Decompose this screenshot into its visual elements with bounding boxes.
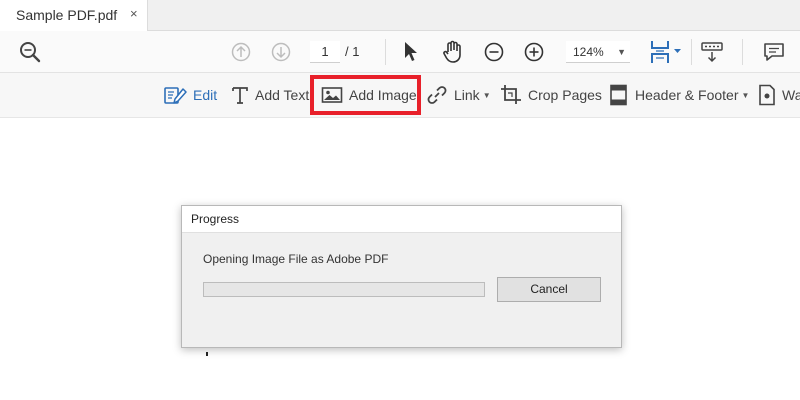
page-down-icon[interactable] [268, 31, 294, 72]
document-tab[interactable]: Sample PDF.pdf × [0, 0, 148, 31]
zoom-value: 124% [573, 45, 604, 59]
zoom-out-icon[interactable] [481, 31, 507, 72]
toolbar-divider [385, 39, 386, 65]
zoom-select[interactable]: 124% ▼ [566, 41, 630, 63]
select-cursor-icon[interactable] [398, 31, 424, 72]
dialog-titlebar: Progress [182, 206, 621, 233]
crop-pages-label: Crop Pages [528, 87, 602, 103]
page-fit-icon[interactable] [646, 31, 686, 72]
add-text-label: Add Text [255, 87, 310, 103]
main-toolbar: 1 / 1 124% ▼ [0, 31, 800, 73]
header-footer-button[interactable]: Header & Footer ▼ [609, 73, 749, 117]
zoom-in-icon[interactable] [521, 31, 547, 72]
add-text-button[interactable]: Add Text [231, 73, 309, 117]
watermark-label: Wa [782, 87, 800, 103]
cancel-button[interactable]: Cancel [497, 277, 601, 302]
edit-button[interactable]: Edit [163, 73, 217, 117]
link-icon [427, 86, 447, 104]
add-image-highlight [310, 75, 421, 115]
keyboard-icon[interactable] [697, 31, 727, 72]
page-total: / 1 [345, 44, 360, 59]
tab-title: Sample PDF.pdf [16, 7, 118, 23]
text-icon [232, 87, 248, 104]
link-label: Link [454, 87, 480, 103]
link-button[interactable]: Link ▼ [426, 73, 491, 117]
comment-icon[interactable] [760, 31, 788, 72]
dialog-title: Progress [191, 212, 240, 226]
edit-icon [164, 87, 187, 104]
progress-dialog: Progress Opening Image File as Adobe PDF… [181, 205, 622, 348]
crop-pages-button[interactable]: Crop Pages [500, 73, 602, 117]
chevron-down-icon: ▼ [617, 47, 626, 57]
toolbar-divider [742, 39, 743, 65]
tab-bar: Sample PDF.pdf × [0, 0, 800, 31]
close-icon[interactable]: × [130, 6, 138, 21]
edit-label: Edit [193, 87, 218, 103]
hand-icon[interactable] [438, 31, 468, 72]
chevron-down-icon: ▼ [741, 90, 750, 100]
page-up-icon[interactable] [228, 31, 254, 72]
progress-bar [203, 282, 485, 297]
watermark-icon [759, 84, 775, 106]
text-cursor [206, 352, 208, 356]
page-number-input[interactable]: 1 [310, 41, 340, 63]
watermark-button[interactable]: Wa [758, 73, 800, 117]
dialog-message: Opening Image File as Adobe PDF [203, 252, 389, 266]
toolbar-divider [691, 39, 692, 65]
header-footer-icon [610, 84, 627, 106]
search-icon[interactable] [16, 31, 44, 72]
crop-icon [501, 85, 521, 104]
header-footer-label: Header & Footer [635, 87, 739, 103]
chevron-down-icon: ▼ [482, 90, 491, 100]
